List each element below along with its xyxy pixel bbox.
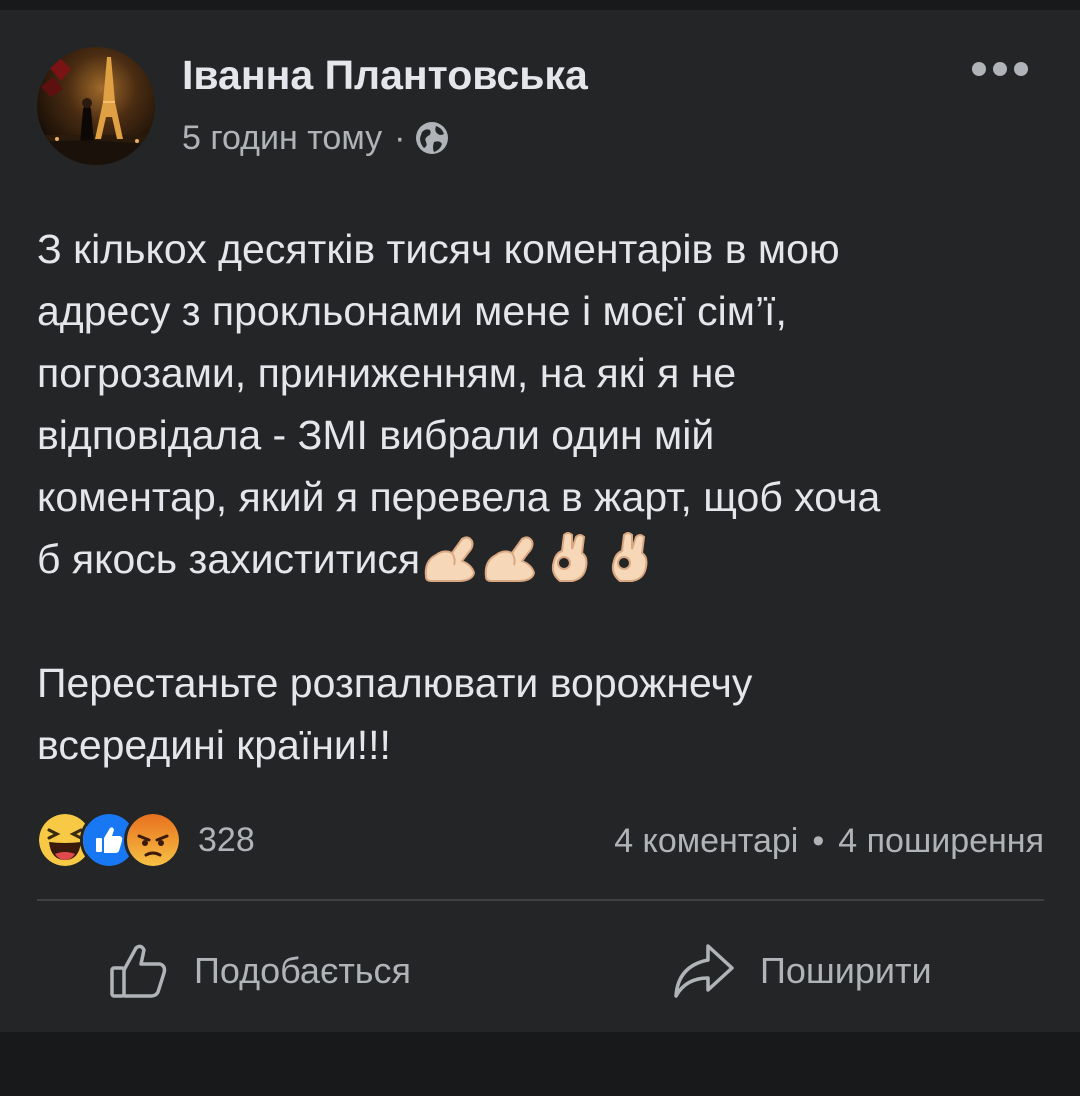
ok-hand-emoji-icon [611,532,648,582]
post-card: Іванна Плантовська 5 годин тому · З кіль… [0,10,1080,1032]
globe-icon [414,120,450,156]
post-body-line: коментар, який я перевела в жарт, щоб хо… [37,474,881,520]
actions-divider [37,899,1044,901]
post-timestamp[interactable]: 5 годин тому [182,119,382,158]
page: Іванна Плантовська 5 годин тому · З кіль… [0,0,1080,1096]
post-stats: 4 коментарі • 4 поширення [614,822,1044,861]
like-button-label: Подобається [194,950,412,991]
post-body-line: З кількох десятків тисяч коментарів в мо… [37,226,840,272]
comments-count-link[interactable]: 4 коментарі [614,822,798,860]
ok-hand-emoji-icon [551,532,588,582]
post-body-line: погрозами, приниженням, на які я не [37,350,737,396]
post-body-last-line: б якось захиститися [37,528,1052,590]
more-options-button[interactable] [972,58,1028,80]
author-name[interactable]: Іванна Плантовська [182,52,588,99]
post-body-line: б якось захиститися [37,536,421,582]
reaction-count: 328 [198,820,255,859]
meta-separator: · [394,118,406,157]
share-button[interactable]: Поширити [672,936,932,1006]
flexed-biceps-emoji-icon [424,536,476,582]
post-body: З кількох десятків тисяч коментарів в мо… [37,218,1052,776]
thumbs-up-icon [110,944,167,998]
dot-icon [1014,62,1028,76]
dot-icon [972,62,986,76]
post-body-line: адресу з прокльонами мене і моєї сім’ї, [37,288,787,334]
angry-reaction-icon [124,811,182,869]
dot-icon [993,62,1007,76]
post-meta: 5 годин тому · [182,116,450,160]
like-button[interactable]: Подобається [108,936,411,1006]
flexed-biceps-emoji-icon [484,536,536,582]
share-arrow-icon [674,944,734,998]
stats-separator: • [812,822,825,860]
author-avatar[interactable] [37,47,155,165]
post-body-line: відповідала - ЗМІ вибрали один мій [37,412,715,458]
post-body-line: всередині країни!!! [37,722,391,768]
reactions-summary[interactable]: 328 [36,809,255,871]
share-button-label: Поширити [760,950,932,991]
shares-count-link[interactable]: 4 поширення [838,822,1044,860]
post-body-line: Перестаньте розпалювати ворожнечу [37,660,753,706]
